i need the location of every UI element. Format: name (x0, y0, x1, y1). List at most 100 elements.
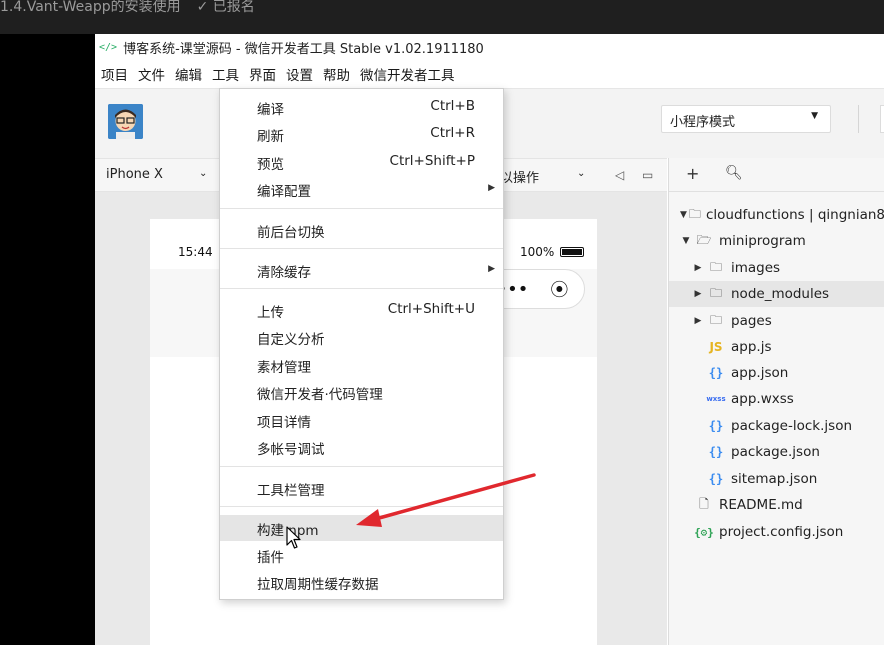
tree-node-app-js[interactable]: JS app.js (669, 334, 884, 360)
menu-item-label: 微信开发者·代码管理 (257, 387, 383, 403)
menu-file[interactable]: 文件 (138, 64, 165, 84)
chevron-right-icon[interactable]: ▶ (691, 316, 705, 326)
menu-item-code-management[interactable]: 微信开发者·代码管理 (220, 379, 503, 405)
tree-node-label: package.json (731, 444, 820, 460)
menu-view[interactable]: 界面 (249, 64, 276, 84)
menu-item-label: 清除缓存 (257, 265, 311, 281)
chevron-down-icon[interactable]: ⌄ (577, 168, 585, 179)
status-battery: 100% (520, 245, 585, 259)
course-title: 1.4.Vant-Weapp的安装使用 (0, 0, 181, 15)
menu-item-fetch-periodic-cache[interactable]: 拉取周期性缓存数据 (220, 569, 503, 595)
file-explorer: + 🔍︎ ▼ 🗀 cloudfunctions | qingnian8 ▼ 🗁 mini… (668, 158, 884, 645)
menu-item-shortcut: Ctrl+B (430, 98, 475, 114)
course-title-row: 1.4.Vant-Weapp的安装使用 ✓ 已报名 (0, 0, 255, 14)
menu-item-clear-cache[interactable]: 清除缓存 ▶ (220, 257, 503, 283)
tree-node-package-json[interactable]: {} package.json (669, 439, 884, 465)
menu-item-label: 项目详情 (257, 415, 311, 431)
chevron-right-icon[interactable]: ▶ (691, 263, 705, 273)
js-file-icon: JS (709, 340, 723, 354)
battery-percent: 100% (520, 245, 555, 259)
close-target-icon[interactable]: ⦿ (550, 276, 568, 302)
json-file-icon: {} (708, 445, 724, 459)
menu-item-compile-config[interactable]: 编译配置 ▶ (220, 176, 503, 202)
toolbar-divider (858, 105, 859, 133)
folder-icon: 🗀 (709, 285, 722, 300)
menu-separator (220, 506, 503, 507)
tree-node-label: app.json (731, 365, 789, 381)
chevron-down-icon[interactable]: ⌄ (199, 168, 207, 179)
toolbar-button-partial[interactable] (880, 105, 884, 133)
left-gutter (0, 34, 95, 645)
tree-node-project-config[interactable]: {⚙} project.config.json (669, 519, 884, 545)
menu-item-label: 预览 (257, 157, 284, 173)
cloud-folder-icon: 🗀 (688, 206, 701, 221)
chevron-right-icon[interactable]: ▶ (691, 289, 705, 299)
menu-separator (220, 208, 503, 209)
menu-item-switch-foreground-background[interactable]: 前后台切换 (220, 217, 503, 243)
user-avatar[interactable] (108, 104, 143, 139)
menu-item-plugins[interactable]: 插件 (220, 542, 503, 568)
tree-node-app-wxss[interactable]: wxss app.wxss (669, 386, 884, 412)
chevron-down-icon[interactable]: ▼ (679, 210, 688, 220)
tree-node-label: app.js (731, 339, 772, 355)
menu-separator (220, 248, 503, 249)
tree-node-label: node_modules (731, 286, 830, 302)
menu-item-label: 自定义分析 (257, 332, 325, 348)
devtools-logo-icon: </> (99, 41, 118, 53)
speaker-icon[interactable]: ◁ (615, 168, 624, 182)
menu-item-toolbar-management[interactable]: 工具栏管理 (220, 475, 503, 501)
menu-item-build-npm[interactable]: 构建 npm (220, 515, 503, 541)
tree-node-pages[interactable]: ▶ 🗀 pages (669, 308, 884, 334)
tree-node-label: pages (731, 313, 772, 329)
status-time: 15:44 (178, 245, 213, 259)
tree-node-images[interactable]: ▶ 🗀 images (669, 255, 884, 281)
tree-node-app-json[interactable]: {} app.json (669, 360, 884, 386)
video-course-bar: 1.4.Vant-Weapp的安装使用 ✓ 已报名 (0, 0, 884, 34)
menu-separator (220, 466, 503, 467)
tree-node-label: cloudfunctions | qingnian8 (705, 207, 884, 223)
device-select[interactable]: iPhone X (106, 167, 163, 182)
tree-node-node-modules[interactable]: ▶ 🗀 node_modules (669, 281, 884, 307)
menu-item-asset-management[interactable]: 素材管理 (220, 352, 503, 378)
window-titlebar: </> 博客系统-课堂源码 - 微信开发者工具 Stable v1.02.191… (95, 34, 884, 60)
tools-dropdown-menu: 编译 Ctrl+B 刷新 Ctrl+R 预览 Ctrl+Shift+P 编译配置… (219, 88, 504, 600)
chevron-down-icon: ▼ (811, 111, 818, 121)
menu-devtools[interactable]: 微信开发者工具 (360, 64, 455, 84)
plus-icon[interactable]: + (686, 164, 699, 183)
menu-item-preview[interactable]: 预览 Ctrl+Shift+P (220, 149, 503, 175)
chevron-down-icon[interactable]: ▼ (679, 236, 693, 246)
tree-node-readme[interactable]: 🗋 README.md (669, 492, 884, 518)
menu-item-label: 编译配置 (257, 184, 311, 200)
folder-icon: 🗀 (709, 312, 722, 327)
tree-node-cloudfunctions[interactable]: ▼ 🗀 cloudfunctions | qingnian8 (669, 202, 884, 228)
menu-item-label: 编译 (257, 102, 284, 118)
menu-help[interactable]: 帮助 (323, 64, 350, 84)
menu-item-shortcut: Ctrl+Shift+P (389, 153, 475, 169)
search-icon[interactable]: 🔍︎ (725, 165, 743, 181)
tree-node-label: package-lock.json (731, 418, 853, 434)
menu-item-refresh[interactable]: 刷新 Ctrl+R (220, 121, 503, 147)
json-file-icon: {} (708, 472, 724, 486)
menu-item-custom-analysis[interactable]: 自定义分析 (220, 324, 503, 350)
menu-item-label: 工具栏管理 (257, 483, 325, 499)
menu-item-upload[interactable]: 上传 Ctrl+Shift+U (220, 297, 503, 323)
menu-item-label: 素材管理 (257, 360, 311, 376)
operation-select[interactable]: 以操作 (500, 167, 539, 186)
tree-node-sitemap-json[interactable]: {} sitemap.json (669, 466, 884, 492)
tree-node-package-lock-json[interactable]: {} package-lock.json (669, 413, 884, 439)
submenu-arrow-icon: ▶ (488, 264, 495, 274)
mode-select-value: 小程序模式 (670, 115, 736, 130)
menu-project[interactable]: 项目 (101, 64, 128, 84)
submenu-arrow-icon: ▶ (488, 183, 495, 193)
menu-edit[interactable]: 编辑 (175, 64, 202, 84)
menu-item-multi-account-debug[interactable]: 多帐号调试 (220, 434, 503, 460)
menu-item-project-details[interactable]: 项目详情 (220, 407, 503, 433)
tree-node-miniprogram[interactable]: ▼ 🗁 miniprogram (669, 228, 884, 254)
menu-settings[interactable]: 设置 (286, 64, 313, 84)
window-icon[interactable]: ▭ (642, 168, 653, 182)
mode-select[interactable]: 小程序模式 ▼ (661, 105, 831, 133)
menu-item-compile[interactable]: 编译 Ctrl+B (220, 94, 503, 120)
menu-item-label: 多帐号调试 (257, 442, 325, 458)
menu-item-label: 拉取周期性缓存数据 (257, 577, 379, 593)
menu-tools[interactable]: 工具 (212, 64, 239, 84)
